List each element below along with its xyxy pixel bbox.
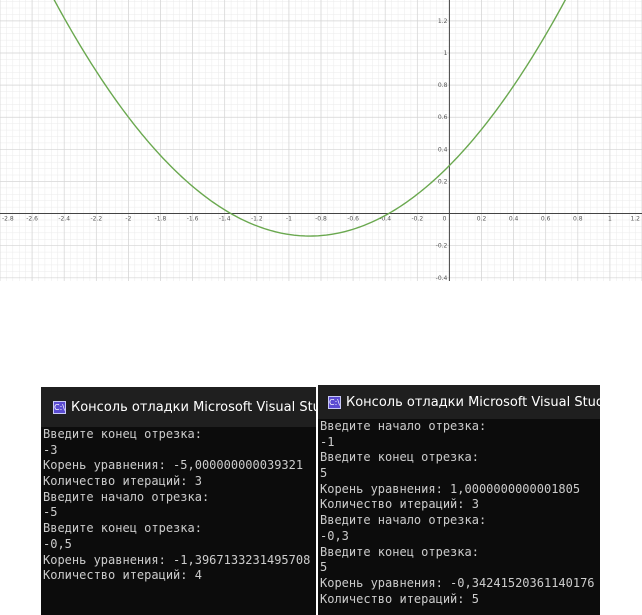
console-output-line: -1 <box>320 434 335 449</box>
console-output-left: Введите конец отрезка: -3 Корень уравнения… <box>41 427 316 584</box>
console-output-line: Корень уравнения: -5,000000000039321 <box>43 458 304 473</box>
y-axis-tick-labels: 1.2 1 0.8 0.6 0.4 0.2 -0.2 -0.4 <box>436 18 448 281</box>
y-tick-label: -0.4 <box>436 275 448 281</box>
x-tick-label: -0.4 <box>379 216 391 223</box>
console-output-line: Введите начало отрезка: <box>320 513 487 528</box>
console-title-bar[interactable]: C:\ Консоль отладки Microsoft Visual Stu… <box>41 387 316 427</box>
x-axis-tick-labels: -2.8 -2.6 -2.4 -2.2 -2 -1.8 -1.6 -1.4 -1.2 -1 -0.8… <box>2 216 640 223</box>
console-output-line: Введите конец отрезка: <box>43 521 202 536</box>
y-tick-label: 0.6 <box>438 114 448 121</box>
console-output-line: Введите конец отрезка: <box>43 427 202 441</box>
x-tick-label: 0.4 <box>509 216 519 223</box>
console-output-line: Количество итераций: 5 <box>320 591 479 606</box>
y-tick-label: -0.2 <box>436 243 448 250</box>
console-output-line: Введите конец отрезка: <box>320 450 479 465</box>
x-tick-label: -2.6 <box>26 216 38 223</box>
y-tick-label: 0.4 <box>438 146 448 153</box>
console-title: Консоль отладки Microsoft Visual Studio <box>70 399 316 415</box>
console-output-line: Количество итераций: 3 <box>320 497 479 512</box>
console-output-line: -5 <box>43 505 58 520</box>
console-output-line: -3 <box>43 442 58 457</box>
console-output-line: -0,3 <box>320 528 349 543</box>
x-tick-label: -1.4 <box>219 216 231 223</box>
console-output-line: 5 <box>320 560 328 575</box>
x-tick-label: 1.2 <box>630 216 640 223</box>
console-output-line: -0,5 <box>43 536 72 551</box>
x-tick-label: 0.6 <box>541 216 551 223</box>
y-tick-label: 1 <box>444 50 448 57</box>
y-tick-label: 0.8 <box>438 82 448 89</box>
console-output-line: Количество итераций: 3 <box>43 474 202 489</box>
x-tick-label: -2 <box>125 216 131 223</box>
x-tick-label: -0.8 <box>315 216 327 223</box>
x-tick-label: -1 <box>286 216 292 223</box>
console-output-line: Корень уравнения: 1,0000000000001805 <box>320 481 581 496</box>
console-output-right: Введите начало отрезка: -1 Введите конец о… <box>318 419 600 607</box>
x-tick-label: 0.2 <box>477 216 487 223</box>
console-output-line: Количество итераций: 4 <box>43 568 202 583</box>
x-tick-label: -2.8 <box>2 216 14 223</box>
x-tick-label: -0.2 <box>411 216 423 223</box>
console-app-icon: C:\ <box>53 400 66 414</box>
graph-grid-major <box>0 0 642 281</box>
console-app-icon: C:\ <box>328 395 341 409</box>
y-tick-label: 1.2 <box>438 18 448 25</box>
function-graph[interactable]: -2.8 -2.6 -2.4 -2.2 -2 -1.8 -1.6 -1.4 -1.2 -1 -0.8… <box>0 0 642 281</box>
x-tick-label: -0.6 <box>347 216 359 223</box>
console-output-line: 5 <box>320 466 328 481</box>
x-tick-label: -1.6 <box>187 216 199 223</box>
console-output-line: Введите начало отрезка: <box>43 489 210 504</box>
console-output-line: Введите начало отрезка: <box>320 419 487 433</box>
x-tick-label: -1.2 <box>251 216 263 223</box>
x-tick-label: 1 <box>608 216 612 223</box>
debug-console-window-left[interactable]: C:\ Консоль отладки Microsoft Visual Stu… <box>41 387 316 615</box>
console-output-line: Корень уравнения: -0,34241520361140176 <box>320 575 595 590</box>
debug-console-window-right[interactable]: C:\ Консоль отладки Microsoft Visual Stu… <box>318 385 600 615</box>
x-tick-label: -2.4 <box>58 216 70 223</box>
y-tick-label: 0.2 <box>438 178 448 185</box>
console-output-line: Введите конец отрезка: <box>320 544 479 559</box>
console-title: Консоль отладки Microsoft Visual Studio <box>345 394 600 410</box>
x-tick-label: 0 <box>443 216 447 223</box>
console-title-bar[interactable]: C:\ Консоль отладки Microsoft Visual Stu… <box>318 385 600 419</box>
console-output-line: Корень уравнения: -1,3967133231495708 <box>43 552 311 567</box>
x-tick-label: -2.2 <box>90 216 102 223</box>
x-tick-label: 0.8 <box>573 216 583 223</box>
x-tick-label: -1.8 <box>155 216 167 223</box>
